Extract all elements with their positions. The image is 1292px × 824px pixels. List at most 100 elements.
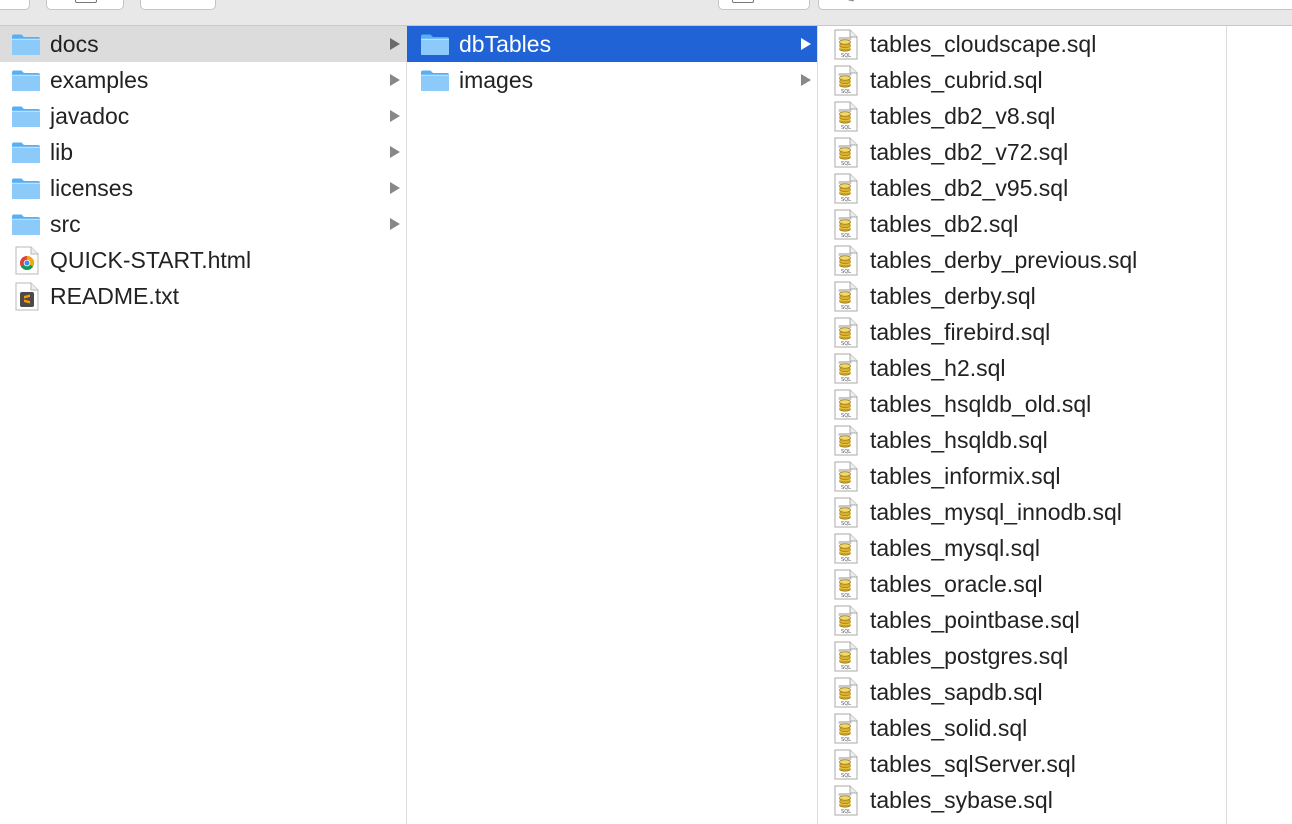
file-row[interactable]: SQL tables_sapdb.sql <box>818 674 1226 710</box>
column-docs: dbTables images <box>407 26 818 824</box>
svg-text:SQL: SQL <box>841 233 851 239</box>
sql-file-icon: SQL <box>834 677 858 708</box>
file-row[interactable]: README.txt <box>0 278 406 314</box>
item-label: tables_derby.sql <box>870 283 1036 309</box>
item-label: tables_h2.sql <box>870 355 1006 381</box>
sublime-document-icon <box>15 282 39 311</box>
chrome-document-icon <box>15 246 39 275</box>
column-root: docs examples javadoc lib licenses src QUICK-S… <box>0 26 407 824</box>
sql-file-icon: SQL <box>834 425 858 456</box>
disclosure-arrow-icon <box>390 218 400 230</box>
svg-text:SQL: SQL <box>841 521 851 527</box>
share-button[interactable] <box>718 0 810 10</box>
svg-text:SQL: SQL <box>841 341 851 347</box>
sql-file-icon: SQL <box>834 461 858 492</box>
svg-text:SQL: SQL <box>841 197 851 203</box>
file-row[interactable]: SQL tables_cubrid.sql <box>818 62 1226 98</box>
item-label: tables_postgres.sql <box>870 643 1069 669</box>
file-row[interactable]: SQL tables_sqlServer.sql <box>818 746 1226 782</box>
svg-text:SQL: SQL <box>841 773 851 779</box>
search-field[interactable] <box>818 0 1292 10</box>
file-row[interactable]: SQL tables_postgres.sql <box>818 638 1226 674</box>
item-label: docs <box>50 31 99 57</box>
file-row[interactable]: SQL tables_hsqldb_old.sql <box>818 386 1226 422</box>
svg-text:SQL: SQL <box>841 629 851 635</box>
item-label: tables_db2_v95.sql <box>870 175 1069 201</box>
sql-file-icon: SQL <box>834 353 858 384</box>
view-button[interactable] <box>0 0 30 10</box>
sql-file-icon: SQL <box>834 785 858 816</box>
file-row[interactable]: SQL tables_derby_previous.sql <box>818 242 1226 278</box>
disclosure-arrow-icon <box>390 110 400 122</box>
item-label: tables_mysql_innodb.sql <box>870 499 1122 525</box>
file-row[interactable]: SQL tables_derby.sql <box>818 278 1226 314</box>
folder-row[interactable]: lib <box>0 134 406 170</box>
folder-icon <box>11 33 41 56</box>
sql-file-icon: SQL <box>834 389 858 420</box>
action-button[interactable] <box>140 0 216 10</box>
sql-file-icon: SQL <box>834 713 858 744</box>
svg-text:SQL: SQL <box>841 161 851 167</box>
sql-file-icon: SQL <box>834 65 858 96</box>
folder-row[interactable]: examples <box>0 62 406 98</box>
item-label: tables_db2_v72.sql <box>870 139 1069 165</box>
file-row[interactable]: SQL tables_h2.sql <box>818 350 1226 386</box>
svg-text:SQL: SQL <box>841 413 851 419</box>
sql-file-icon: SQL <box>834 137 858 168</box>
sql-file-icon: SQL <box>834 173 858 204</box>
item-label: tables_db2.sql <box>870 211 1019 237</box>
item-label: examples <box>50 67 149 93</box>
file-row[interactable]: SQL tables_db2_v72.sql <box>818 134 1226 170</box>
sql-file-icon: SQL <box>834 605 858 636</box>
file-row[interactable]: SQL tables_pointbase.sql <box>818 602 1226 638</box>
folder-row[interactable]: licenses <box>0 170 406 206</box>
folder-row[interactable]: javadoc <box>0 98 406 134</box>
svg-text:SQL: SQL <box>841 593 851 599</box>
folder-icon <box>420 69 450 92</box>
sql-file-icon: SQL <box>834 533 858 564</box>
item-label: tables_solid.sql <box>870 715 1028 741</box>
search-icon <box>848 0 855 2</box>
svg-text:SQL: SQL <box>841 53 851 59</box>
file-row[interactable]: SQL tables_solid.sql <box>818 710 1226 746</box>
folder-icon <box>11 69 41 92</box>
grid-icon <box>75 0 97 3</box>
svg-text:SQL: SQL <box>841 701 851 707</box>
sql-file-icon: SQL <box>834 281 858 312</box>
file-row[interactable]: SQL tables_cloudscape.sql <box>818 26 1226 62</box>
file-row[interactable]: SQL tables_hsqldb.sql <box>818 422 1226 458</box>
file-row[interactable]: SQL tables_db2_v95.sql <box>818 170 1226 206</box>
sql-file-icon: SQL <box>834 749 858 780</box>
file-row[interactable]: SQL tables_informix.sql <box>818 458 1226 494</box>
folder-row[interactable]: dbTables <box>407 26 817 62</box>
file-row[interactable]: SQL tables_mysql_innodb.sql <box>818 494 1226 530</box>
finder-toolbar <box>0 0 1292 26</box>
item-label: tables_sybase.sql <box>870 787 1053 813</box>
folder-row[interactable]: docs <box>0 26 406 62</box>
file-row[interactable]: SQL tables_db2_v8.sql <box>818 98 1226 134</box>
disclosure-arrow-icon <box>801 74 811 86</box>
folder-row[interactable]: images <box>407 62 817 98</box>
sql-file-icon: SQL <box>834 245 858 276</box>
file-row[interactable]: SQL tables_firebird.sql <box>818 314 1226 350</box>
item-label: tables_sapdb.sql <box>870 679 1043 705</box>
file-row[interactable]: QUICK-START.html <box>0 242 406 278</box>
sql-file-icon: SQL <box>834 497 858 528</box>
file-row[interactable]: SQL tables_oracle.sql <box>818 566 1226 602</box>
sql-file-icon: SQL <box>834 317 858 348</box>
item-label: images <box>459 67 534 93</box>
item-label: tables_hsqldb_old.sql <box>870 391 1092 417</box>
folder-row[interactable]: src <box>0 206 406 242</box>
disclosure-arrow-icon <box>390 74 400 86</box>
item-label: QUICK-START.html <box>50 247 252 273</box>
folder-icon <box>11 105 41 128</box>
arrange-button[interactable] <box>46 0 124 10</box>
item-label: tables_derby_previous.sql <box>870 247 1138 273</box>
item-label: tables_db2_v8.sql <box>870 103 1056 129</box>
file-row[interactable]: SQL tables_mysql.sql <box>818 530 1226 566</box>
folder-icon <box>11 141 41 164</box>
folder-icon <box>11 177 41 200</box>
file-row[interactable]: SQL tables_db2.sql <box>818 206 1226 242</box>
file-row[interactable]: SQL tables_sybase.sql <box>818 782 1226 818</box>
svg-text:SQL: SQL <box>841 89 851 95</box>
